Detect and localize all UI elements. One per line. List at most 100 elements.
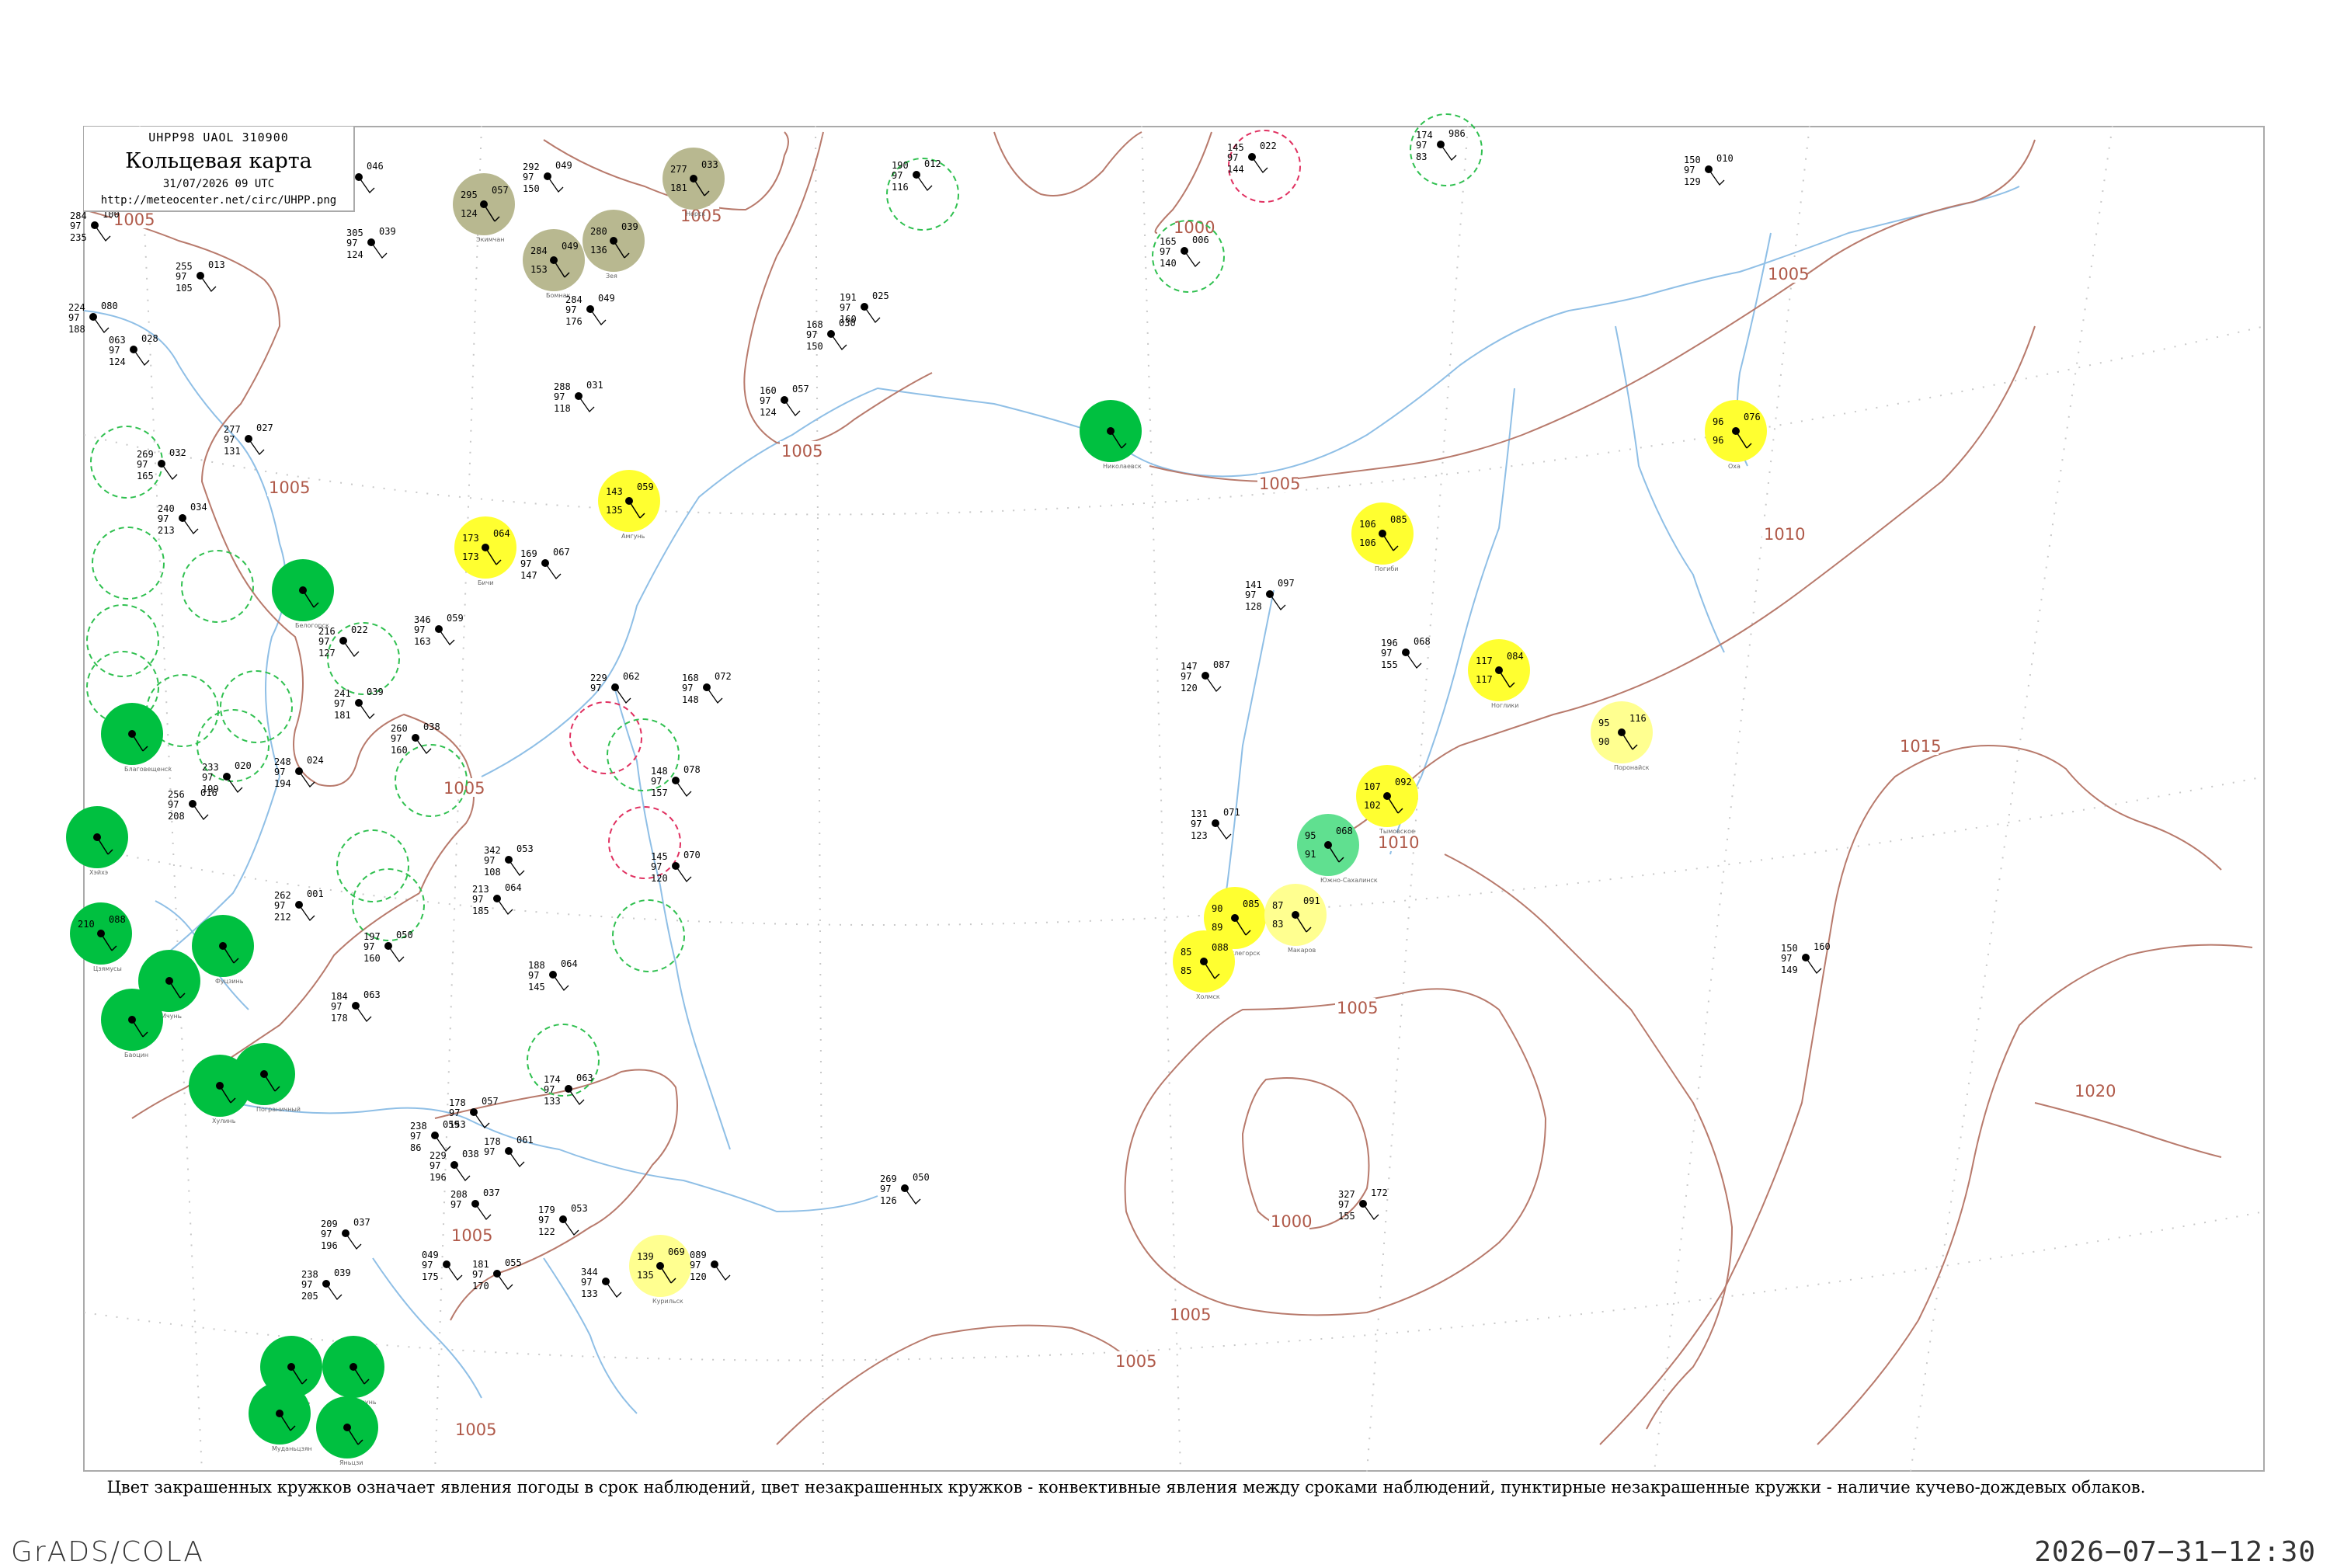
station-plot[interactable]: 197 050 97160 [363,930,413,964]
station-humidity: 97 [318,636,329,647]
station-plot[interactable]: 269 050 97126 [880,1172,930,1206]
station-name: Хулинь [212,1118,236,1125]
station-marker[interactable]: Фуцзинь [192,915,254,985]
station-plot[interactable]: 262 001 97212 [274,888,324,923]
station-plot[interactable]: 08997120 [690,1250,731,1282]
station-dewpoint: 123 [1191,830,1208,841]
station-plot[interactable]: 160 057 97124 [760,384,809,418]
station-marker[interactable]: 106 085 106 Погиби [1351,502,1414,572]
station-plot[interactable]: 169 067 97147 [520,547,570,581]
station-plot[interactable]: 145 070 97120 [651,850,701,884]
station-marker[interactable]: 87 091 83 Макаров [1264,884,1327,954]
station-plot[interactable]: 165 006 97140 [1160,235,1209,269]
station-marker[interactable]: 139 069 135 Курильск [629,1235,691,1305]
isobars [83,131,2253,1445]
station-marker[interactable]: Яньцзи [316,1396,378,1466]
station-humidity: 97 [334,698,345,709]
station-plot[interactable]: 208 037 97 [450,1187,500,1221]
station-plot[interactable]: 260 038 97160 [391,721,440,756]
station-pressure: 068 [1336,826,1353,836]
station-humidity: 97 [538,1215,549,1226]
isobar-label: 1000 [1271,1212,1312,1231]
station-plot[interactable]: 209 037 97196 [321,1217,370,1251]
station-plot[interactable]: 148 078 97157 [651,764,701,798]
station-marker[interactable]: Белогорск [272,559,334,629]
station-plot[interactable]: 147 087 97120 [1181,659,1230,694]
station-plot[interactable]: 178 061 97 [484,1135,534,1168]
station-temp: 280 [590,226,607,237]
station-plot[interactable]: 188 064 97145 [528,958,578,993]
station-marker[interactable]: Муданьцзян [249,1382,312,1452]
station-plot[interactable]: 284 049 97176 [565,293,615,327]
station-marker[interactable]: Хуньчунь [322,1336,384,1406]
filled-stations[interactable]: 173 064 173 Бичи 143 059 135 Амгунь Николаевск 96… [66,148,1767,1466]
station-marker[interactable]: 85 088 85 Холмск [1173,930,1235,1000]
station-marker[interactable]: Баоцин [101,989,163,1059]
synoptic-map[interactable]: 1005 1005 1005 1005 1005 1005 1005 1005 1000 1005… [0,0,2330,1553]
station-plot[interactable]: 04997175 [422,1250,463,1282]
station-plot[interactable]: 168 030 97150 [806,318,856,352]
station-pressure: 049 [562,241,579,252]
station-pressure: 038 [462,1149,479,1159]
station-plot[interactable]: 196 068 97155 [1381,636,1431,670]
station-marker[interactable]: 295 057 124 Экимчан [453,173,515,243]
station-plot[interactable]: 150 010 97129 [1684,153,1734,187]
station-marker[interactable]: 95 116 90 Поронайск [1591,701,1653,771]
station-plot[interactable]: 181 055 97170 [472,1257,522,1292]
station-plot[interactable]: 184 063 97178 [331,989,381,1024]
station-temp: 90 [1212,903,1222,914]
station-humidity: 97 [274,767,285,777]
station-plot[interactable]: 342 053 97108 [484,843,534,878]
station-pressure: 039 [334,1267,351,1278]
station-plot[interactable]: 238 059 9786 [410,1119,460,1153]
plain-stations[interactable]: 284 10097235224 08097188255 01397105063 0289… [68,128,1831,1302]
station-plot[interactable]: 168 072 97148 [682,671,732,705]
station-marker[interactable]: 173 064 173 Бичи [454,516,516,586]
station-marker[interactable]: 96 076 96 Оха [1705,400,1767,470]
station-marker[interactable]: 117 084 117 Ноглики [1468,639,1530,709]
station-humidity: 97 [472,1269,483,1280]
station-pressure: 084 [1507,651,1524,662]
station-plot[interactable]: 145 022 97144 [1227,141,1277,175]
station-plot[interactable]: 256 016 97208 [168,787,217,822]
station-plot[interactable]: 150 160 97149 [1781,941,1831,975]
station-marker[interactable]: 280 039 136 Зея [582,210,645,280]
station-plot[interactable]: 241 039 97181 [334,687,384,721]
station-plot[interactable]: 063 028 97124 [109,333,158,367]
map-url[interactable]: http://meteocenter.net/circ/UHPP.png [84,194,353,207]
station-plot[interactable]: 305 039 97124 [346,226,396,260]
station-plot[interactable]: 255 013 97105 [176,259,225,294]
station-marker[interactable]: Благовещенск [101,703,172,773]
station-plot[interactable]: 240 034 97213 [158,502,207,536]
station-plot[interactable]: 174 063 97133 [544,1073,593,1107]
station-plot[interactable]: 216 022 97127 [318,624,368,659]
station-plot[interactable]: 179 053 97122 [538,1203,588,1237]
station-marker[interactable]: 107 092 102 Тымовское [1356,765,1418,835]
station-plot[interactable]: 288 031 97118 [554,380,603,414]
station-plot[interactable]: 229 062 97 [590,671,640,704]
station-marker[interactable]: 284 049153Бомнак [523,229,585,299]
station-marker[interactable]: 95 068 91 Южно-Сахалинск [1297,814,1378,884]
station-plot[interactable]: 292 049 97150 [523,160,572,194]
station-plot[interactable]: 238 039 97205 [301,1267,351,1302]
isobar-label: 1020 [2074,1082,2116,1100]
cb-cloud-ring [607,718,680,791]
station-humidity: 97 [880,1184,891,1194]
isobar-label: 1005 [451,1226,492,1245]
station-plot[interactable]: 327 172 97155 [1338,1187,1388,1222]
station-plot[interactable]: 224 080 97188 [68,301,118,335]
station-marker[interactable]: 143 059 135 Амгунь [598,470,660,540]
station-plot[interactable]: 346 059 97163 [414,613,464,647]
station-plot[interactable]: 190 012 97116 [892,158,941,193]
station-marker[interactable]: 210 088 Цзямусы [70,902,132,972]
station-plot[interactable]: 174 986 9783 [1416,128,1466,162]
station-plot[interactable]: 213 064 97185 [472,882,522,916]
station-plot[interactable]: 229 038 97196 [429,1149,479,1183]
station-marker[interactable]: Николаевск [1080,400,1142,470]
station-pressure: 059 [447,613,464,624]
station-temp: 131 [1191,808,1208,819]
station-temp: 327 [1338,1189,1355,1200]
station-marker[interactable]: Хэйхэ [66,806,128,876]
station-plot[interactable]: 34497133 [581,1267,622,1299]
station-plot[interactable]: 277 027 97131 [224,422,273,457]
